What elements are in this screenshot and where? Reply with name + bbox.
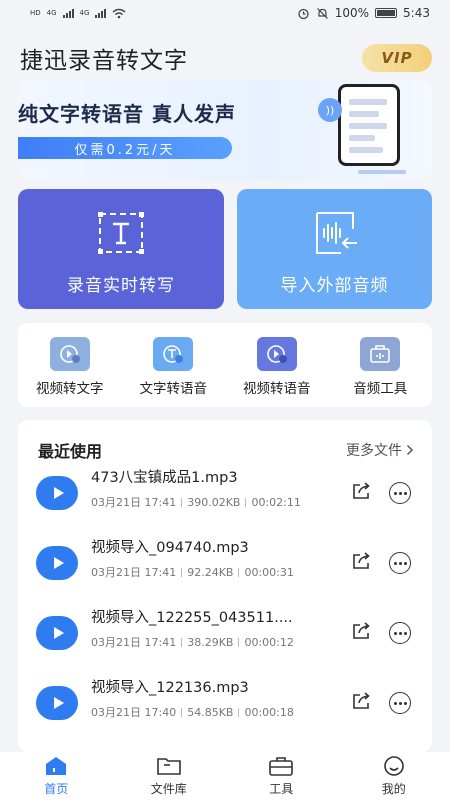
folder-icon	[156, 755, 182, 777]
more-options-icon[interactable]	[389, 482, 411, 504]
recent-section: 最近使用 更多文件 473八宝镇成品1.mp3 03月21日 17:41 390…	[18, 420, 432, 752]
share-icon[interactable]	[352, 552, 372, 570]
phone-illustration	[338, 84, 400, 166]
wifi-icon	[112, 8, 126, 18]
play-button[interactable]	[36, 476, 78, 510]
file-duration: 00:00:12	[244, 635, 294, 649]
recent-header: 最近使用 更多文件	[38, 438, 414, 462]
file-size: 38.29KB	[187, 635, 234, 649]
tools-panel: 视频转文字 文字转语音 视频转语音 音频工具	[18, 323, 432, 407]
text-frame-icon	[97, 211, 145, 255]
bottom-tab-bar: 首页 文件库 工具 我的	[0, 752, 450, 800]
vip-button[interactable]: VIP	[362, 44, 432, 72]
signal-label-a: 4G	[46, 9, 57, 17]
file-duration: 00:02:11	[251, 495, 301, 509]
tab-mine[interactable]: 我的	[354, 755, 434, 797]
tool-label: 音频工具	[353, 381, 408, 397]
tab-label: 我的	[381, 782, 406, 796]
alarm-icon	[298, 8, 309, 19]
more-options-icon[interactable]	[389, 692, 411, 714]
file-name: 视频导入_122255_043511....	[91, 610, 293, 626]
record-transcribe-label: 录音实时转写	[67, 276, 175, 296]
app-header: 捷迅录音转文字 VIP	[20, 40, 432, 76]
banner-price: 仅需0.2元/天	[18, 137, 232, 159]
more-files-label: 更多文件	[346, 443, 402, 459]
mute-icon	[316, 7, 328, 19]
tool-label: 视频转语音	[243, 381, 311, 397]
file-date: 03月21日 17:41	[91, 496, 177, 509]
video-to-audio-icon	[256, 337, 297, 371]
file-meta: 03月21日 17:41 38.29KB 00:00:12	[91, 634, 294, 650]
more-files-link[interactable]: 更多文件	[346, 440, 414, 460]
banner-title: 纯文字转语音 真人发声	[18, 102, 236, 126]
tab-label: 首页	[44, 782, 69, 796]
battery-icon	[375, 8, 398, 18]
audio-import-icon	[311, 211, 359, 255]
home-icon	[43, 755, 69, 777]
file-duration: 00:00:18	[244, 705, 294, 719]
file-name: 视频导入_122136.mp3	[91, 680, 249, 696]
record-transcribe-card[interactable]: 录音实时转写	[18, 189, 224, 309]
play-button[interactable]	[36, 686, 78, 720]
file-size: 92.24KB	[187, 565, 234, 579]
audio-tools-icon	[360, 337, 401, 371]
file-row[interactable]: 视频导入_122255_043511.... 03月21日 17:41 38.2…	[18, 606, 432, 666]
share-icon[interactable]	[352, 482, 372, 500]
file-date: 03月21日 17:40	[91, 706, 177, 719]
tool-text-to-speech[interactable]: 文字转语音	[123, 337, 223, 397]
file-row[interactable]: 视频导入_122136.mp3 03月21日 17:40 54.85KB 00:…	[18, 676, 432, 736]
smiley-icon	[381, 755, 407, 777]
file-meta: 03月21日 17:41 92.24KB 00:00:31	[91, 564, 294, 580]
status-left: HD 4G 4G	[30, 8, 126, 19]
tab-label: 工具	[269, 782, 294, 796]
video-to-text-icon	[49, 337, 90, 371]
file-meta: 03月21日 17:41 390.02KB 00:02:11	[91, 494, 301, 510]
tool-label: 视频转文字	[36, 381, 104, 397]
recent-title: 最近使用	[38, 442, 103, 461]
phone-illustration-base	[358, 170, 406, 174]
tab-tools[interactable]: 工具	[241, 755, 321, 797]
file-row[interactable]: 473八宝镇成品1.mp3 03月21日 17:41 390.02KB 00:0…	[18, 466, 432, 526]
net-badge-a: HD	[30, 9, 41, 17]
file-date: 03月21日 17:41	[91, 566, 177, 579]
tool-label: 文字转语音	[139, 381, 208, 397]
file-date: 03月21日 17:41	[91, 636, 177, 649]
toolbox-icon	[268, 755, 294, 777]
play-button[interactable]	[36, 546, 78, 580]
file-size: 54.85KB	[187, 705, 234, 719]
promo-banner[interactable]: 纯文字转语音 真人发声 仅需0.2元/天 ))	[18, 80, 432, 180]
signal-icon	[62, 8, 74, 18]
status-right: 100% 5:43	[297, 6, 430, 20]
battery-percent: 100%	[334, 6, 370, 20]
more-options-icon[interactable]	[389, 622, 411, 644]
signal-label-b: 4G	[79, 9, 90, 17]
text-to-speech-icon	[153, 337, 194, 371]
tool-video-to-text[interactable]: 视频转文字	[20, 337, 120, 397]
file-name: 473八宝镇成品1.mp3	[91, 470, 238, 486]
import-audio-card[interactable]: 导入外部音频	[237, 189, 432, 309]
sound-wave-icon: ))	[318, 98, 342, 122]
chevron-right-icon	[406, 444, 414, 456]
file-meta: 03月21日 17:40 54.85KB 00:00:18	[91, 704, 294, 720]
tool-video-to-audio[interactable]: 视频转语音	[227, 337, 327, 397]
play-button[interactable]	[36, 616, 78, 650]
share-icon[interactable]	[352, 692, 372, 710]
signal-icon-2	[95, 8, 107, 18]
import-audio-label: 导入外部音频	[280, 276, 389, 296]
app-title: 捷迅录音转文字	[20, 48, 188, 74]
more-options-icon[interactable]	[389, 552, 411, 574]
tool-audio-tools[interactable]: 音频工具	[330, 337, 430, 397]
tab-home[interactable]: 首页	[16, 755, 96, 797]
tab-file-library[interactable]: 文件库	[129, 755, 209, 797]
file-duration: 00:00:31	[244, 565, 294, 579]
file-row[interactable]: 视频导入_094740.mp3 03月21日 17:41 92.24KB 00:…	[18, 536, 432, 596]
file-size: 390.02KB	[187, 495, 241, 509]
clock: 5:43	[403, 6, 430, 20]
tab-label: 文件库	[150, 782, 187, 796]
share-icon[interactable]	[352, 622, 372, 640]
status-bar: HD 4G 4G 100% 5:43	[0, 0, 450, 26]
file-name: 视频导入_094740.mp3	[91, 540, 249, 556]
